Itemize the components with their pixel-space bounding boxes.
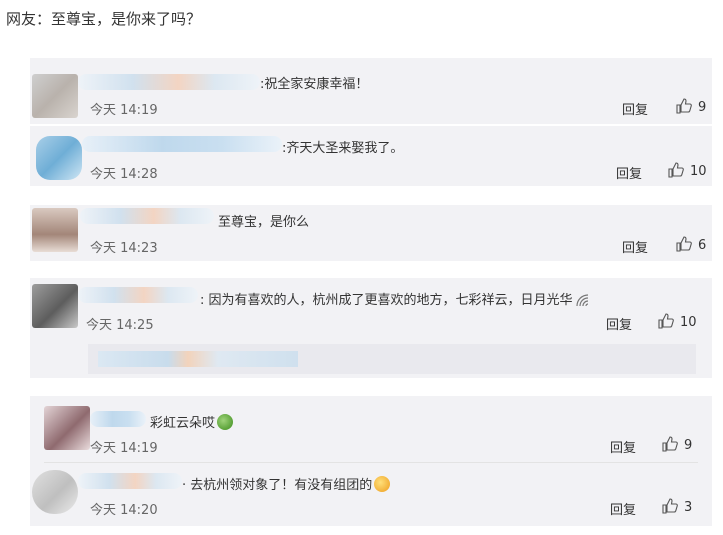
avatar[interactable] (32, 284, 78, 328)
comment-body: 彩虹云朵哎 (150, 416, 216, 431)
yellow-face-emoji (374, 476, 391, 492)
like-count: 6 (698, 238, 707, 253)
divider (44, 462, 698, 463)
avatar[interactable] (36, 136, 82, 180)
page-title: 网友：至尊宝，是你来了吗？ (6, 10, 202, 28)
like-button[interactable]: 10 (668, 162, 707, 179)
thumbs-up-icon (662, 436, 678, 452)
like-button[interactable]: 9 (662, 436, 692, 453)
reply-button[interactable]: 回复 (610, 437, 636, 456)
like-count: 3 (684, 500, 693, 515)
like-button[interactable]: 3 (662, 498, 692, 515)
thumbs-up-icon (668, 162, 684, 178)
quoted-reply[interactable] (88, 344, 696, 374)
comment-body: : 因为有喜欢的人，杭州成了更喜欢的地方，七彩祥云，日月光华 (200, 293, 573, 308)
avatar[interactable] (32, 470, 78, 514)
comment-text: :齐天大圣来娶我了。 (282, 141, 404, 156)
avatar[interactable] (44, 406, 90, 450)
reply-button[interactable]: 回复 (616, 163, 642, 182)
comment-text: : 因为有喜欢的人，杭州成了更喜欢的地方，七彩祥云，日月光华 (200, 289, 592, 308)
avatar[interactable] (32, 74, 78, 118)
comment-body: · 去杭州领对象了！有没有组团的 (182, 478, 373, 493)
like-button[interactable]: 6 (676, 236, 706, 253)
username[interactable] (78, 473, 182, 489)
thumbs-up-icon (658, 313, 674, 329)
thumbs-up-icon (662, 498, 678, 514)
comment-time: 今天 14:20 (90, 503, 158, 518)
reply-button[interactable]: 回复 (622, 237, 648, 256)
green-face-emoji (217, 414, 234, 430)
comment-text: · 去杭州领对象了！有没有组团的 (182, 474, 391, 493)
username[interactable] (78, 74, 260, 90)
comment-text: 彩虹云朵哎 (150, 412, 234, 431)
comment-time: 今天 14:25 (86, 318, 154, 333)
username[interactable] (78, 287, 198, 303)
thumbs-up-icon (676, 236, 692, 252)
like-button[interactable]: 10 (658, 313, 697, 330)
username[interactable] (90, 411, 146, 427)
comment-text: :祝全家安康幸福！ (260, 77, 369, 92)
avatar[interactable] (32, 208, 78, 252)
comment-time: 今天 14:23 (90, 241, 158, 256)
reply-button[interactable]: 回复 (610, 499, 636, 518)
reply-button[interactable]: 回复 (606, 314, 632, 333)
comment-text: 至尊宝，是你么 (218, 215, 310, 230)
reply-button[interactable]: 回复 (622, 99, 648, 118)
comment-time: 今天 14:19 (90, 441, 158, 456)
like-count: 10 (690, 164, 707, 179)
like-count: 9 (698, 100, 707, 115)
comment-time: 今天 14:28 (90, 167, 158, 182)
username[interactable] (80, 208, 214, 224)
quoted-content-blurred (98, 351, 298, 367)
feed-icon (575, 294, 588, 307)
like-button[interactable]: 9 (676, 98, 706, 115)
like-count: 9 (684, 438, 693, 453)
like-count: 10 (680, 315, 697, 330)
thumbs-up-icon (676, 98, 692, 114)
comment-time: 今天 14:19 (90, 103, 158, 118)
username[interactable] (82, 136, 282, 152)
